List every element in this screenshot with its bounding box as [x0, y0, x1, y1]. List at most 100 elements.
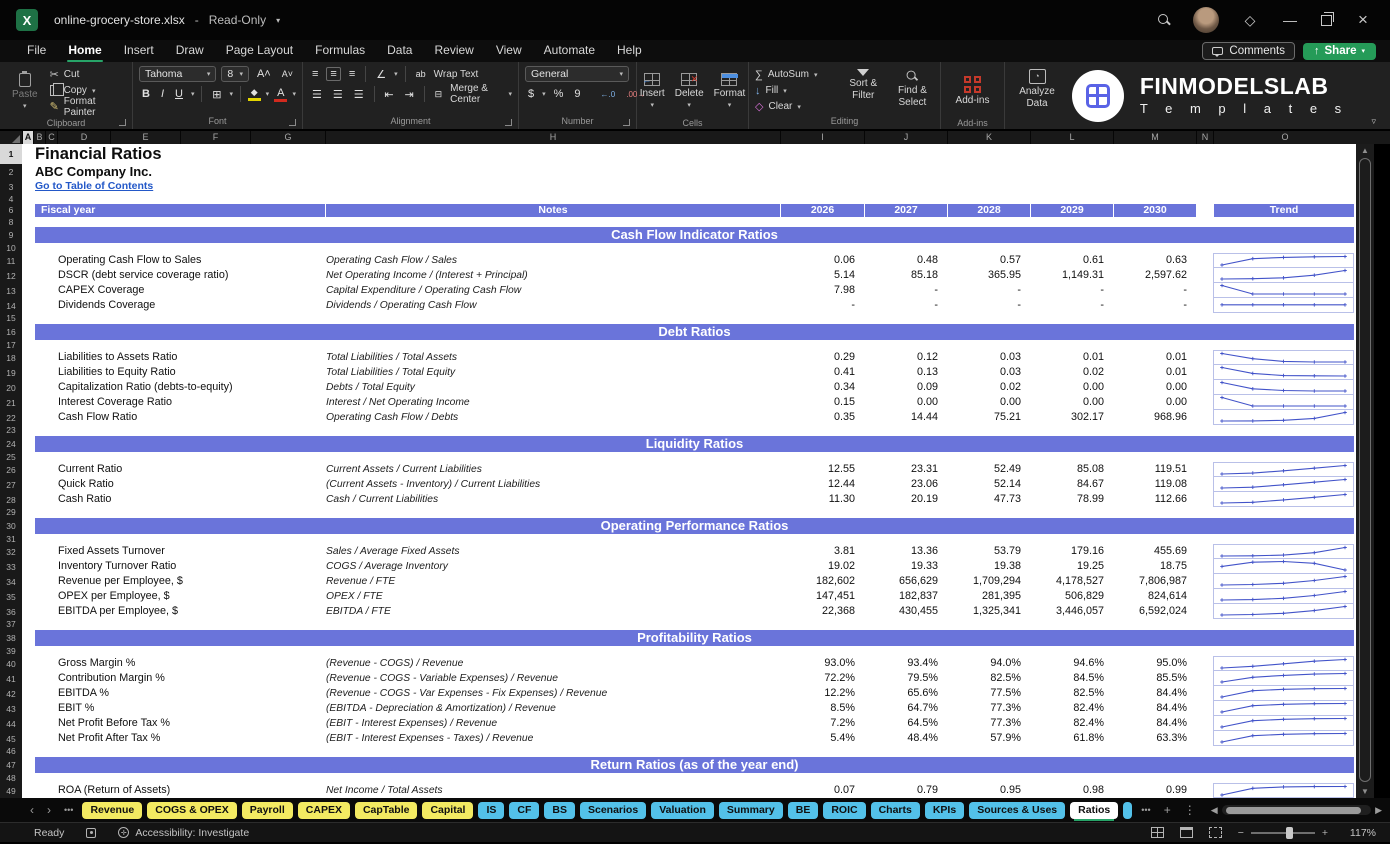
value-cell[interactable]: 4,178,527 — [1030, 574, 1113, 589]
value-cell[interactable]: 11.30 — [780, 492, 864, 507]
row-header-34[interactable]: 34 — [0, 574, 22, 589]
value-cell[interactable]: 77.3% — [947, 716, 1030, 731]
ratio-name-cell[interactable]: Net Profit Before Tax % — [58, 716, 170, 731]
value-cell[interactable]: 82.4% — [1030, 716, 1113, 731]
value-cell[interactable]: 455.69 — [1113, 544, 1196, 559]
hscroll-track[interactable] — [1222, 805, 1371, 815]
ratio-name-cell[interactable]: Net Profit After Tax % — [58, 731, 160, 746]
value-cell[interactable]: 65.6% — [864, 686, 947, 701]
percent-format-button[interactable]: % — [551, 88, 567, 100]
menu-item-review[interactable]: Review — [423, 41, 484, 61]
value-cell[interactable]: 82.5% — [1030, 686, 1113, 701]
value-cell[interactable]: 93.0% — [780, 656, 864, 671]
notes-header-cell[interactable]: Notes — [325, 204, 780, 217]
trend-sparkline-cell[interactable] — [1213, 298, 1354, 313]
menu-item-file[interactable]: File — [16, 41, 57, 61]
row-header-32[interactable]: 32 — [0, 544, 22, 559]
value-cell[interactable]: 824,614 — [1113, 589, 1196, 604]
sheet-tab-charts[interactable]: Charts — [871, 802, 920, 819]
row-header-13[interactable]: 13 — [0, 283, 22, 298]
fiscal-year-header-cell[interactable]: Fiscal year — [35, 204, 325, 217]
value-cell[interactable]: - — [780, 298, 864, 313]
value-cell[interactable]: - — [1113, 283, 1196, 298]
clipboard-dialog-launcher-icon[interactable] — [119, 119, 126, 126]
formula-note-cell[interactable]: (EBIT - Interest Expenses - Taxes) / Rev… — [326, 731, 533, 746]
value-cell[interactable]: 147,451 — [780, 589, 864, 604]
value-cell[interactable]: 302.17 — [1030, 410, 1113, 425]
tabs-more-left-icon[interactable]: ••• — [60, 805, 77, 815]
font-size-select[interactable]: 8▾ — [221, 66, 249, 82]
vertical-scrollbar[interactable]: ▲ ▼ — [1356, 144, 1374, 798]
align-bottom-button[interactable]: ≡ — [346, 68, 358, 80]
merge-center-button[interactable]: Merge & Center▾ — [450, 88, 512, 101]
value-cell[interactable]: 84.5% — [1030, 671, 1113, 686]
read-only-caret-icon[interactable]: ▾ — [276, 16, 280, 25]
row-header-3[interactable]: 3 — [0, 180, 22, 194]
row-header-11[interactable]: 11 — [0, 253, 22, 268]
number-dialog-launcher-icon[interactable] — [623, 119, 630, 126]
sheet-tab-cf[interactable]: CF — [509, 802, 539, 819]
ratio-name-cell[interactable]: EBIT % — [58, 701, 94, 716]
value-cell[interactable]: 2,597.62 — [1113, 268, 1196, 283]
trend-sparkline-cell[interactable] — [1213, 395, 1354, 410]
sheet-tab-kpis[interactable]: KPIs — [925, 802, 964, 819]
wrap-text-button[interactable]: Wrap Text — [434, 68, 479, 81]
zoom-slider-thumb[interactable] — [1286, 827, 1293, 839]
font-name-select[interactable]: Tahoma▾ — [139, 66, 216, 82]
value-cell[interactable]: 5.4% — [780, 731, 864, 746]
sheet-tab-scenarios[interactable]: Scenarios — [580, 802, 646, 819]
row-header-4[interactable]: 4 — [0, 194, 22, 203]
sheet-tab-ratios[interactable]: Ratios — [1070, 802, 1118, 819]
formula-note-cell[interactable]: Net Operating Income / (Interest + Princ… — [326, 268, 528, 283]
formula-note-cell[interactable]: Dividends / Operating Cash Flow — [326, 298, 477, 313]
row-header-8[interactable]: 8 — [0, 217, 22, 226]
value-cell[interactable]: 0.00 — [1030, 395, 1113, 410]
font-color-button[interactable]: A — [274, 87, 287, 102]
hscroll-right-icon[interactable]: ▶ — [1375, 805, 1382, 816]
value-cell[interactable]: 77.3% — [947, 701, 1030, 716]
row-header-10[interactable]: 10 — [0, 243, 22, 253]
ratio-name-cell[interactable]: Contribution Margin % — [58, 671, 165, 686]
value-cell[interactable]: 63.3% — [1113, 731, 1196, 746]
value-cell[interactable]: 19.02 — [780, 559, 864, 574]
share-button[interactable]: ↑ Share ▾ — [1303, 43, 1376, 60]
row-header-16[interactable]: 16 — [0, 323, 22, 340]
value-cell[interactable]: 968.96 — [1113, 410, 1196, 425]
section-header[interactable]: Return Ratios (as of the year end) — [35, 757, 1354, 773]
row-header-22[interactable]: 22 — [0, 410, 22, 425]
value-cell[interactable]: 84.4% — [1113, 716, 1196, 731]
value-cell[interactable]: 182,837 — [864, 589, 947, 604]
hscroll-thumb[interactable] — [1226, 807, 1361, 814]
trend-sparkline-cell[interactable] — [1213, 365, 1354, 380]
row-header-31[interactable]: 31 — [0, 534, 22, 544]
trend-sparkline-cell[interactable] — [1213, 544, 1354, 559]
fill-color-button[interactable]: ◆ — [248, 87, 261, 101]
row-header-20[interactable]: 20 — [0, 380, 22, 395]
year-header-cell-2026[interactable]: 2026 — [780, 204, 864, 217]
ratio-name-cell[interactable]: EBITDA % — [58, 686, 109, 701]
formula-note-cell[interactable]: (EBITDA - Depreciation & Amortization) /… — [326, 701, 556, 716]
value-cell[interactable]: 0.06 — [780, 253, 864, 268]
underline-button[interactable]: U — [172, 88, 186, 100]
value-cell[interactable]: 93.4% — [864, 656, 947, 671]
row-header-41[interactable]: 41 — [0, 671, 22, 686]
ratio-name-cell[interactable]: Current Ratio — [58, 462, 122, 477]
comma-format-button[interactable]: 9 — [571, 88, 583, 100]
hscroll-left-icon[interactable]: ◀ — [1211, 805, 1218, 816]
tabs-next-icon[interactable]: › — [43, 803, 55, 817]
row-header-38[interactable]: 38 — [0, 629, 22, 646]
row-header-17[interactable]: 17 — [0, 340, 22, 350]
value-cell[interactable]: 94.0% — [947, 656, 1030, 671]
row-header-40[interactable]: 40 — [0, 656, 22, 671]
borders-button[interactable]: ⊞ — [209, 88, 224, 101]
row-header-18[interactable]: 18 — [0, 350, 22, 365]
row-header-28[interactable]: 28 — [0, 492, 22, 507]
value-cell[interactable]: 506,829 — [1030, 589, 1113, 604]
column-header-J[interactable]: J — [864, 131, 947, 144]
sheet-tab-valuation[interactable]: Valuation — [651, 802, 714, 819]
trend-sparkline-cell[interactable] — [1213, 350, 1354, 365]
value-cell[interactable]: 0.02 — [1030, 365, 1113, 380]
value-cell[interactable]: 20.19 — [864, 492, 947, 507]
row-header-24[interactable]: 24 — [0, 435, 22, 452]
year-header-cell-2029[interactable]: 2029 — [1030, 204, 1113, 217]
